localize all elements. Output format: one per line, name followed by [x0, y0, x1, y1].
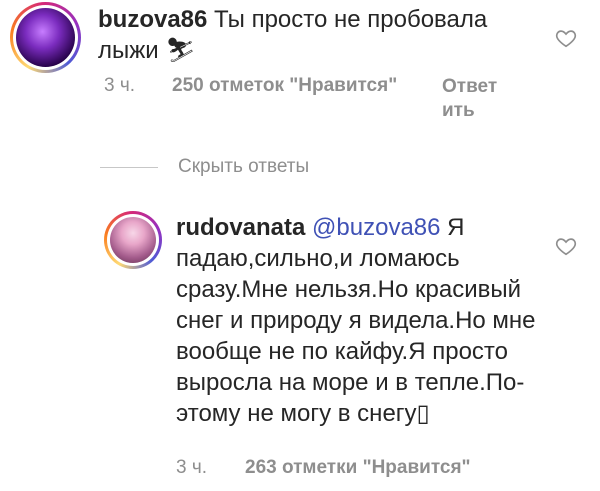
- comment2-username[interactable]: rudovanata: [176, 214, 305, 241]
- hide-replies-label: Скрыть ответы: [178, 156, 310, 177]
- comment2-text: Я падаю,сильно,и ломаюсь сразу.Мне нельз…: [176, 214, 536, 427]
- heart-outline-icon[interactable]: [555, 235, 577, 257]
- reply-button[interactable]: Ответ ить: [442, 75, 502, 123]
- comment1-body: buzova86 Ты просто не пробовала лыжи ⛷: [98, 4, 518, 66]
- heart-outline-icon[interactable]: [555, 27, 577, 49]
- comment1-likes[interactable]: 250 отметок "Нравится": [172, 75, 397, 97]
- comment1-username[interactable]: buzova86: [98, 6, 207, 33]
- skier-emoji-icon: ⛷: [165, 37, 196, 64]
- comment2-mention[interactable]: @buzova86: [312, 214, 440, 241]
- comment2-time: 3 ч.: [176, 457, 208, 478]
- profile-avatar-image: [16, 8, 75, 67]
- comment2-body: rudovanata @buzova86 Я падаю,сильно,и ло…: [176, 212, 536, 429]
- comment1-time: 3 ч.: [104, 75, 136, 96]
- comment2-likes[interactable]: 263 отметки "Нравится": [245, 457, 471, 479]
- comment1-avatar[interactable]: [10, 2, 81, 73]
- missing-glyph-icon: ▯: [416, 400, 430, 427]
- comment2-avatar[interactable]: [104, 211, 162, 269]
- hide-replies-button[interactable]: Скрыть ответы: [100, 156, 309, 178]
- profile-avatar-image: [110, 217, 156, 263]
- comments-thread: buzova86 Ты просто не пробовала лыжи ⛷ 3…: [0, 0, 600, 491]
- divider: [100, 166, 158, 168]
